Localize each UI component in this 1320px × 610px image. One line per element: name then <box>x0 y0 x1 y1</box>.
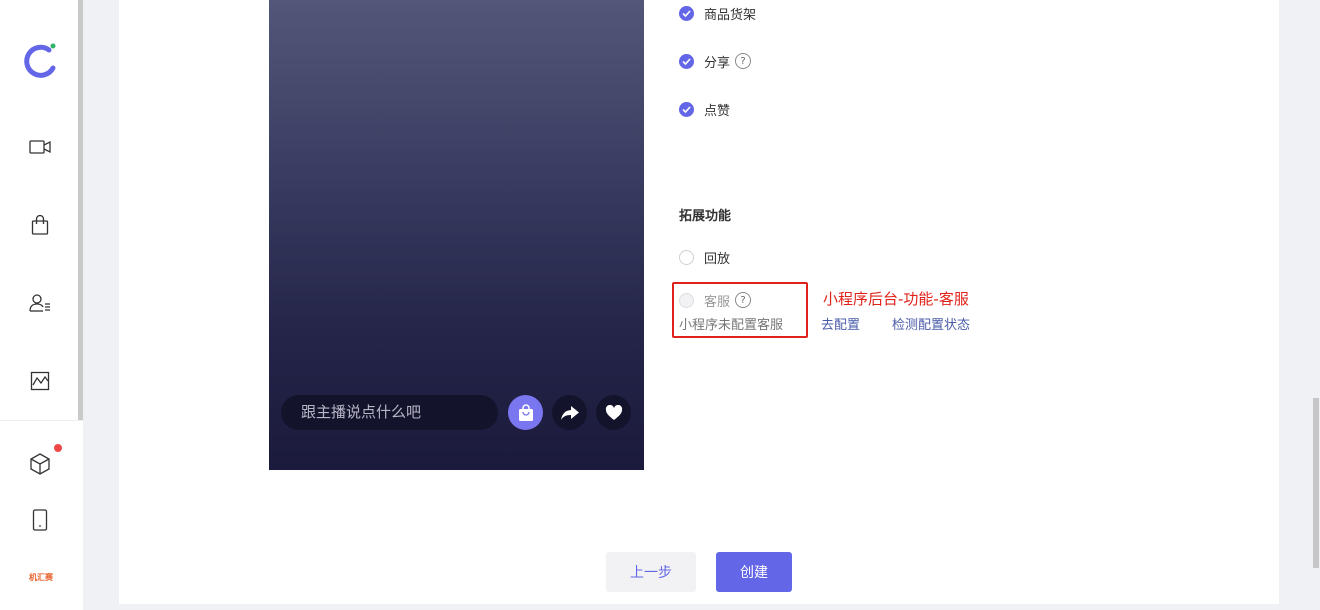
user-list-icon[interactable] <box>26 289 54 317</box>
option-label: 点赞 <box>704 103 731 119</box>
highlight-box <box>672 282 808 338</box>
logo-icon[interactable] <box>22 40 58 80</box>
previous-step-button[interactable]: 上一步 <box>606 552 696 592</box>
section-title-extensions: 拓展功能 <box>679 209 732 224</box>
video-icon[interactable] <box>26 133 54 161</box>
live-preview: 跟主播说点什么吧 <box>269 0 644 470</box>
check-status-link[interactable]: 检测配置状态 <box>892 314 970 333</box>
checked-icon[interactable] <box>679 101 694 117</box>
page-scrollbar[interactable] <box>1313 398 1319 568</box>
brand-logo: 机汇赛 <box>29 573 53 582</box>
sidebar-scrollbar[interactable] <box>78 0 83 420</box>
option-label: 分享 <box>704 55 731 71</box>
sidebar: 机汇赛 <box>0 0 83 610</box>
share-icon <box>560 405 579 420</box>
shop-button[interactable] <box>508 395 543 430</box>
configure-link[interactable]: 去配置 <box>821 314 860 333</box>
mobile-icon[interactable] <box>26 506 54 534</box>
radio-playback[interactable] <box>679 249 694 265</box>
option-like[interactable]: 点赞 <box>679 100 731 119</box>
create-button[interactable]: 创建 <box>716 552 792 592</box>
like-button[interactable] <box>596 395 631 430</box>
checked-icon[interactable] <box>679 53 694 69</box>
option-share[interactable]: 分享 ? <box>679 52 752 71</box>
package-icon[interactable] <box>26 450 54 478</box>
comment-input[interactable]: 跟主播说点什么吧 <box>281 395 498 430</box>
share-button[interactable] <box>552 395 587 430</box>
sidebar-divider <box>0 420 83 421</box>
heart-icon <box>605 404 622 420</box>
annotation-text: 小程序后台-功能-客服 <box>823 290 969 308</box>
checked-icon[interactable] <box>679 5 694 21</box>
notification-dot <box>54 444 62 452</box>
option-goods-shelf[interactable]: 商品货架 <box>679 4 757 23</box>
option-label: 回放 <box>704 251 731 267</box>
option-label: 商品货架 <box>704 7 757 23</box>
option-playback[interactable]: 回放 <box>679 248 731 267</box>
help-icon[interactable]: ? <box>735 53 752 69</box>
shop-icon <box>518 403 533 421</box>
chart-icon[interactable] <box>26 367 54 395</box>
shopping-bag-icon[interactable] <box>26 211 54 239</box>
